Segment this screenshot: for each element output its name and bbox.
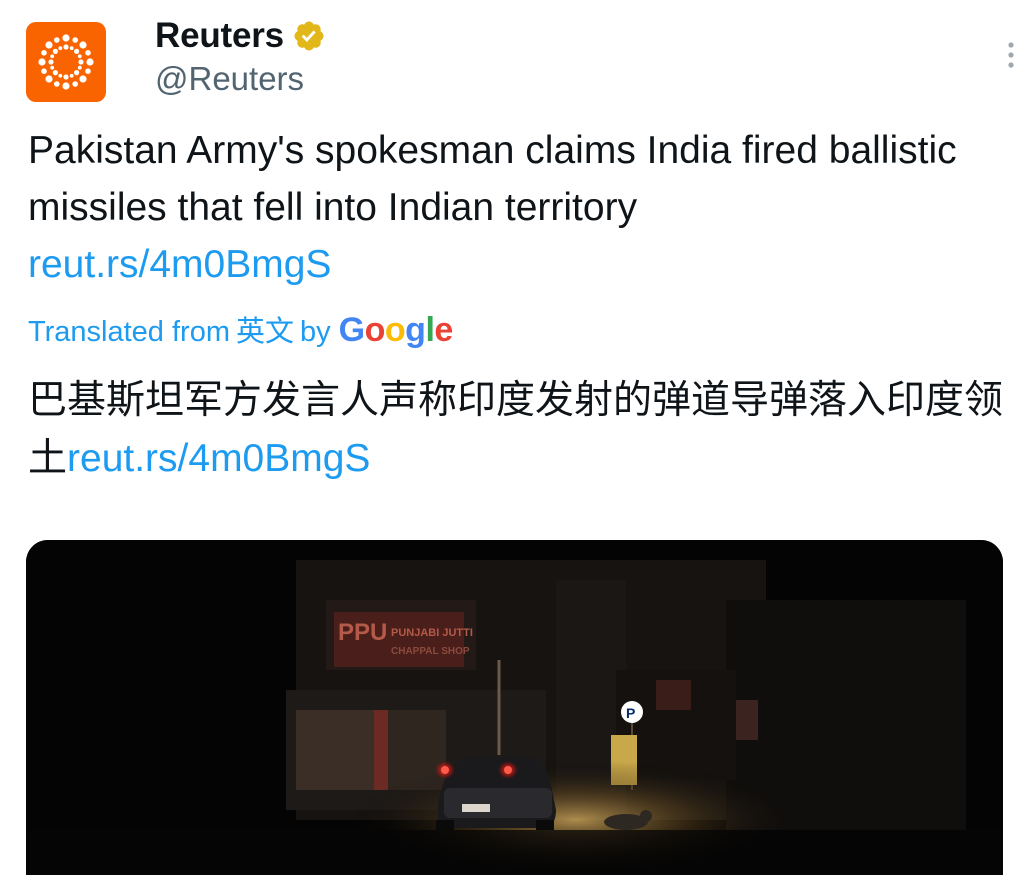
svg-text:P: P: [626, 705, 635, 721]
translation-attribution: Translated from 英文 by Google: [28, 308, 453, 350]
author-display-name[interactable]: Reuters: [155, 16, 284, 56]
tweet-text: Pakistan Army's spokesman claims India f…: [28, 129, 957, 229]
svg-text:PPU: PPU: [338, 619, 387, 646]
more-vertical-icon[interactable]: [1005, 40, 1017, 70]
tweet-card[interactable]: Reuters @Reuters Pakistan Army's spokesm…: [0, 0, 1035, 875]
svg-text:PUNJABI JUTTI: PUNJABI JUTTI: [391, 627, 473, 639]
author-avatar[interactable]: [26, 22, 106, 102]
tweet-body: Pakistan Army's spokesman claims India f…: [28, 122, 1008, 293]
night-street-photo: PPU PUNJABI JUTTI CHAPPAL SHOP P: [26, 540, 1003, 875]
translation-prefix: Translated from: [28, 316, 230, 348]
google-logo: Google: [338, 311, 454, 349]
translation-by: by: [300, 316, 331, 348]
translated-link[interactable]: reut.rs/4m0BmgS: [67, 437, 370, 480]
translated-body: 巴基斯坦军方发言人声称印度发射的弹道导弹落入印度领土reut.rs/4m0Bmg…: [28, 372, 1013, 488]
tweet-link[interactable]: reut.rs/4m0BmgS: [28, 243, 331, 286]
author-name-row[interactable]: Reuters: [155, 16, 326, 56]
translation-language: 英文: [236, 314, 295, 348]
tweet-media-photo[interactable]: PPU PUNJABI JUTTI CHAPPAL SHOP P: [26, 540, 1003, 875]
verified-badge-icon: [294, 21, 324, 51]
author-handle[interactable]: @Reuters: [155, 60, 304, 98]
reuters-logo-icon: [38, 34, 94, 90]
svg-text:CHAPPAL SHOP: CHAPPAL SHOP: [391, 646, 470, 657]
